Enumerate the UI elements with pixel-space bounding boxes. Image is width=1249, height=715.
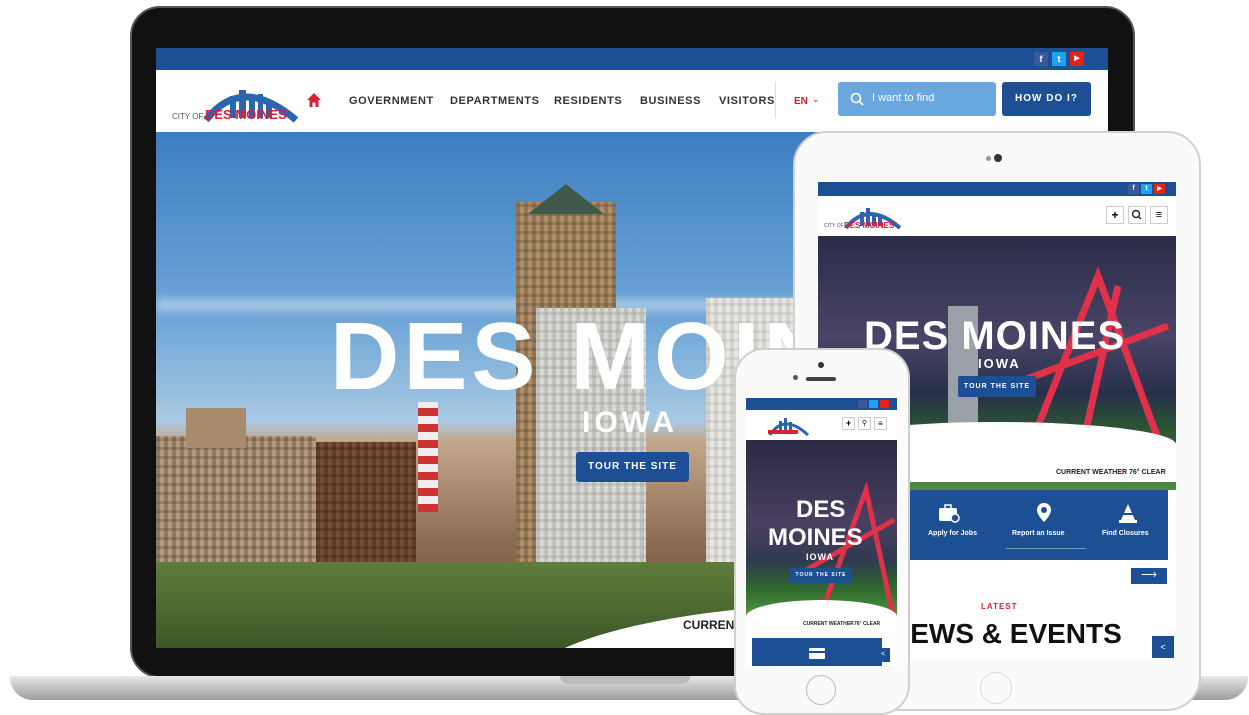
tablet-camera — [994, 154, 1002, 162]
tile-find-closures[interactable]: Find Closures — [1102, 530, 1149, 537]
menu-icon[interactable]: ≡ — [1150, 206, 1168, 224]
tour-the-site-button[interactable]: TOUR THE SITE — [790, 568, 852, 583]
location-pin-icon — [1035, 502, 1053, 524]
phone-home-button[interactable] — [806, 675, 836, 705]
tile-report-issue[interactable]: Report an Issue — [1012, 530, 1065, 537]
tablet-top-bar: f t ▶ — [818, 182, 1176, 196]
twitter-icon[interactable]: t — [1052, 52, 1066, 66]
sun-icon: ☼ — [846, 620, 852, 626]
weather-value: 76° CLEAR — [854, 621, 881, 627]
tablet-header: CITY OF DES MOINES + ≡ — [818, 196, 1176, 236]
laptop-notch — [560, 676, 690, 684]
tablet-home-button[interactable] — [980, 672, 1012, 704]
twitter-icon[interactable]: t — [1141, 184, 1152, 194]
plus-icon[interactable]: + — [1106, 206, 1124, 224]
weather-value: 76° CLEAR — [1129, 469, 1166, 476]
city-logo[interactable] — [754, 413, 810, 437]
youtube-icon[interactable]: ▶ — [1070, 52, 1084, 66]
tower-roof — [528, 184, 604, 214]
share-icon[interactable]: < — [876, 648, 890, 662]
phone-header: + ⚲ ≡ — [746, 410, 897, 440]
menu-icon[interactable]: ≡ — [874, 417, 887, 430]
city-logo[interactable]: CITY OF DES MOINES — [172, 76, 302, 128]
sun-icon: ☼ — [1118, 467, 1126, 476]
youtube-icon[interactable]: ▶ — [1154, 184, 1165, 194]
phone-speaker — [806, 377, 836, 381]
logo-name: DES MOINES — [205, 107, 287, 122]
hero-title-line2: MOINES — [768, 524, 863, 551]
nav-government[interactable]: GOVERNMENT — [349, 95, 434, 107]
site-header: CITY OF DES MOINES GOVERNMENT DEPARTMENT… — [156, 70, 1108, 132]
logo-name: DES MOINES — [844, 221, 895, 230]
card-icon — [809, 648, 825, 659]
news-events-heading: NEWS & EVENTS — [890, 618, 1122, 649]
logo-prefix: CITY OF — [172, 112, 204, 121]
phone-screen: + ⚲ ≡ DES MOINES IOWA TOUR THE SITE CURR… — [746, 398, 897, 666]
facebook-icon[interactable]: f — [1128, 184, 1139, 194]
facebook-icon[interactable]: f — [1034, 52, 1048, 66]
hero-subtitle: IOWA — [582, 406, 678, 439]
radio-tower — [418, 402, 438, 512]
plus-icon[interactable]: + — [842, 417, 855, 430]
share-icon[interactable]: < — [1152, 636, 1174, 658]
latest-label: LATEST — [981, 602, 1018, 611]
phone-hero: DES MOINES IOWA TOUR THE SITE — [746, 440, 897, 622]
chevron-down-icon: ⌄ — [812, 94, 820, 104]
facebook-icon[interactable] — [858, 400, 867, 408]
search-icon — [850, 92, 864, 106]
twitter-icon[interactable] — [869, 400, 878, 408]
cone-icon — [1118, 502, 1138, 524]
language-selector[interactable]: EN — [794, 96, 808, 107]
building — [186, 408, 246, 448]
search-input[interactable]: I want to find — [838, 82, 996, 116]
nav-business[interactable]: BUSINESS — [640, 95, 701, 107]
tile-underline — [1006, 548, 1086, 549]
how-do-i-button[interactable]: HOW DO I? — [1002, 82, 1091, 116]
tile-apply-jobs[interactable]: Apply for Jobs — [928, 530, 977, 537]
weather-label: CURRENT — [683, 618, 742, 632]
search-icon[interactable]: ⚲ — [858, 417, 871, 430]
quick-links-panel — [752, 638, 882, 666]
hero-subtitle: IOWA — [806, 552, 834, 562]
phone-camera — [818, 362, 824, 368]
quick-links-panel: Apply for Jobs Report an Issue Find Clos… — [910, 490, 1168, 560]
nav-residents[interactable]: RESIDENTS — [554, 95, 622, 107]
hero-subtitle: IOWA — [978, 356, 1021, 371]
briefcase-icon — [936, 502, 962, 524]
hero-title: DES MOINES — [864, 314, 1126, 358]
weather-label: CURRENT WEATHER — [1056, 469, 1128, 476]
tour-the-site-button[interactable]: TOUR THE SITE — [958, 376, 1036, 397]
search-icon[interactable] — [1128, 206, 1146, 224]
nav-visitors[interactable]: VISITORS — [719, 95, 775, 107]
nav-divider — [775, 82, 776, 118]
city-logo[interactable]: CITY OF DES MOINES — [824, 200, 904, 232]
hero-title-line1: DES — [796, 496, 846, 523]
tablet-sensor — [986, 156, 991, 161]
search-placeholder: I want to find — [872, 92, 935, 104]
arrow-right-icon[interactable]: ⟶ — [1131, 568, 1167, 584]
phone-sensor — [793, 375, 798, 380]
tour-the-site-button[interactable]: TOUR THE SITE — [576, 452, 689, 482]
phone-top-bar — [746, 398, 897, 410]
nav-departments[interactable]: DEPARTMENTS — [450, 95, 540, 107]
top-bar: f t ▶ — [156, 48, 1108, 70]
home-icon[interactable] — [306, 92, 322, 108]
logo-prefix: CITY OF — [824, 223, 844, 229]
youtube-icon[interactable] — [880, 400, 889, 408]
